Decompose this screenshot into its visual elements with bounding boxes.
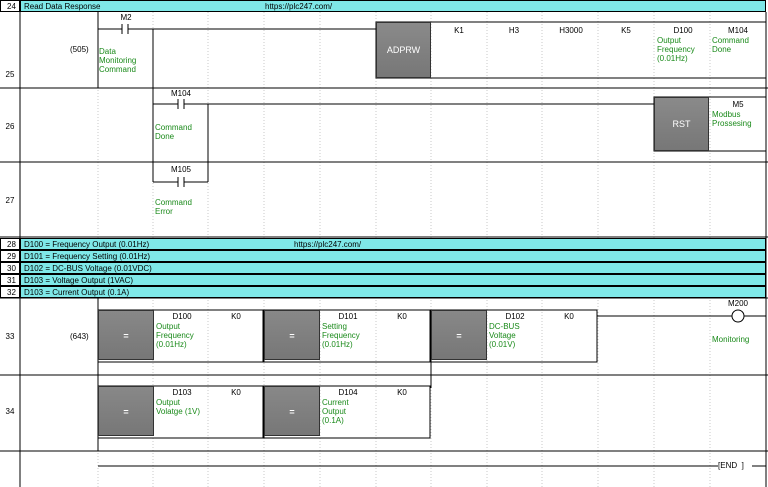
operand[interactable]: D100	[167, 312, 197, 321]
compare-instruction[interactable]: =	[98, 386, 154, 436]
operand[interactable]: K1	[444, 26, 474, 35]
operand[interactable]: K0	[390, 312, 414, 321]
operand-comment: Output Frequency (0.01Hz)	[156, 322, 194, 349]
operand[interactable]: D100	[668, 26, 698, 35]
row-number: 26	[5, 122, 15, 131]
statement-text: Read Data Response	[24, 2, 101, 11]
operand-comment: Setting Frequency (0.01Hz)	[322, 322, 360, 349]
adprw-instruction[interactable]: ADPRW	[376, 22, 431, 78]
coil-comment: Monitoring	[712, 335, 750, 344]
contact-device[interactable]: M2	[112, 13, 140, 22]
operand[interactable]: K0	[224, 312, 248, 321]
operand[interactable]: D104	[333, 388, 363, 397]
statement-row[interactable]: D103 = Current Output (0.1A)	[20, 286, 766, 298]
coil-device[interactable]: M5	[722, 100, 754, 109]
operand[interactable]: K0	[557, 312, 581, 321]
contact-comment: Command Error	[155, 198, 192, 216]
end-label: END	[720, 461, 738, 470]
operand-comment: Output Volatge (1V)	[156, 398, 201, 416]
row-number: 31	[0, 274, 20, 286]
row-number: 29	[0, 250, 20, 262]
end-bracket-right: ]	[737, 461, 744, 470]
operand[interactable]: K0	[224, 388, 248, 397]
rst-instruction[interactable]: RST	[654, 97, 709, 151]
row-number: 32	[0, 286, 20, 298]
compare-instruction[interactable]: =	[98, 310, 154, 360]
statement-text: D103 = Current Output (0.1A)	[24, 288, 130, 297]
statement-text: D102 = DC-BUS Voltage (0.01VDC)	[24, 264, 152, 273]
row-number: 33	[5, 332, 15, 341]
end-instruction[interactable]: [END ]	[718, 461, 744, 470]
row-number: 28	[0, 238, 20, 250]
operand[interactable]: H3	[499, 26, 529, 35]
contact-comment: Command Done	[155, 123, 192, 141]
operand-comment: Current Output (0.1A)	[322, 398, 349, 425]
operand[interactable]: D103	[167, 388, 197, 397]
compare-instruction[interactable]: =	[431, 310, 487, 360]
statement-row[interactable]: D100 = Frequency Output (0.01Hz) https:/…	[20, 238, 766, 250]
row-number: 34	[5, 407, 15, 416]
operand-comment: DC-BUS Voltage (0.01V)	[489, 322, 520, 349]
statement-text: D103 = Voltage Output (1VAC)	[24, 276, 134, 285]
coil-comment: Modbus Prossesing	[712, 110, 752, 128]
statement-row[interactable]: Read Data Response https://plc247.com/	[20, 0, 766, 12]
step-number: (505)	[70, 45, 89, 54]
operand-comment: Command Done	[712, 36, 749, 54]
operand[interactable]: D102	[500, 312, 530, 321]
operand[interactable]: D101	[333, 312, 363, 321]
operand-comment: Output Frequency (0.01Hz)	[657, 36, 695, 63]
statement-row[interactable]: D102 = DC-BUS Voltage (0.01VDC)	[20, 262, 766, 274]
coil-device[interactable]: M200	[722, 299, 754, 308]
row-number: 24	[0, 0, 20, 12]
statement-url: https://plc247.com/	[294, 240, 362, 249]
contact-device[interactable]: M105	[167, 165, 195, 174]
statement-row[interactable]: D101 = Frequency Setting (0.01Hz)	[20, 250, 766, 262]
operand[interactable]: M104	[722, 26, 754, 35]
operand[interactable]: K5	[611, 26, 641, 35]
statement-text: D100 = Frequency Output (0.01Hz)	[24, 240, 150, 249]
row-number: 25	[5, 70, 15, 79]
statement-row[interactable]: D103 = Voltage Output (1VAC)	[20, 274, 766, 286]
contact-comment: Data Monitoring Command	[99, 47, 137, 74]
row-number: 30	[0, 262, 20, 274]
compare-instruction[interactable]: =	[264, 386, 320, 436]
operand[interactable]: H3000	[555, 26, 587, 35]
contact-device[interactable]: M104	[167, 89, 195, 98]
statement-url: https://plc247.com/	[265, 2, 333, 11]
row-number: 27	[5, 196, 15, 205]
step-number: (643)	[70, 332, 89, 341]
statement-text: D101 = Frequency Setting (0.01Hz)	[24, 252, 151, 261]
compare-instruction[interactable]: =	[264, 310, 320, 360]
operand[interactable]: K0	[390, 388, 414, 397]
